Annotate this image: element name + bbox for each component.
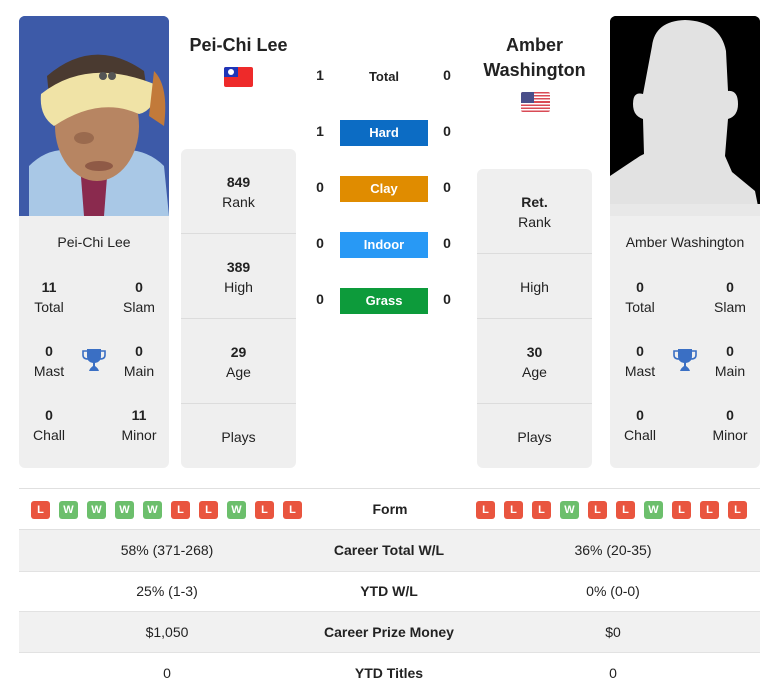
titles-main: 0 Main (714, 343, 746, 379)
player-right-ranking-panel: Ret. Rank High 30 Age Plays (477, 169, 592, 468)
plays-stat: Plays (517, 429, 552, 445)
form-badge-loss[interactable]: L (31, 501, 50, 519)
h2h-grass-right: 0 (443, 291, 451, 307)
stat-row-ytd-titles: 0 YTD Titles 0 (19, 653, 760, 694)
form-badge-win[interactable]: W (560, 501, 579, 519)
age-stat: 30 Age (522, 344, 547, 380)
form-badge-loss[interactable]: L (728, 501, 747, 519)
surface-grass-button[interactable]: Grass (340, 288, 428, 314)
h2h-indoor-right: 0 (443, 235, 451, 251)
form-badge-win[interactable]: W (644, 501, 663, 519)
surface-clay-button[interactable]: Clay (340, 176, 428, 202)
stat-left-value: $1,050 (145, 624, 189, 640)
titles-total: 0 Total (625, 279, 655, 315)
stat-label: YTD W/L (360, 583, 418, 599)
divider (181, 403, 296, 404)
form-badge-win[interactable]: W (143, 501, 162, 519)
form-badge-loss[interactable]: L (199, 501, 218, 519)
player-right-photo[interactable] (610, 16, 760, 216)
h2h-hard-left: 1 (316, 123, 324, 139)
player-left-photo[interactable] (19, 16, 169, 216)
silhouette-placeholder-icon (610, 16, 760, 216)
surface-indoor-button[interactable]: Indoor (340, 232, 428, 258)
stat-label: YTD Titles (354, 665, 424, 681)
stat-left-value: 25% (1-3) (136, 583, 198, 599)
player-right-titles-card: Amber Washington 0 Total 0 Slam 0 Mast 0 Mai… (610, 216, 760, 468)
form-badge-loss[interactable]: L (588, 501, 607, 519)
form-badge-loss[interactable]: L (700, 501, 719, 519)
divider (477, 253, 592, 254)
h2h-total-left: 1 (316, 67, 324, 83)
high-stat: High (520, 279, 549, 295)
form-badge-win[interactable]: W (227, 501, 246, 519)
form-badge-loss[interactable]: L (616, 501, 635, 519)
divider (477, 318, 592, 319)
rank-stat: Ret. Rank (518, 194, 551, 230)
trophy-icon (673, 349, 697, 371)
surface-hard-button[interactable]: Hard (340, 120, 428, 146)
stat-label: Career Total W/L (333, 542, 445, 558)
titles-minor: 11 Minor (121, 407, 157, 443)
player-left-ranking-panel: 849 Rank 389 High 29 Age Plays (181, 149, 296, 468)
stat-left-value: 0 (163, 665, 171, 681)
stat-label: Career Prize Money (324, 624, 454, 640)
titles-slam: 0 Slam (123, 279, 155, 315)
h2h-clay-right: 0 (443, 179, 451, 195)
player-right-name[interactable]: Amber Washington (477, 33, 592, 83)
divider (19, 488, 760, 489)
player-left-card-name[interactable]: Pei-Chi Lee (19, 234, 169, 250)
player-photo-image (19, 16, 169, 216)
titles-slam: 0 Slam (714, 279, 746, 315)
titles-challenger: 0 Chall (624, 407, 656, 443)
h2h-hard-right: 0 (443, 123, 451, 139)
titles-minor: 0 Minor (712, 407, 748, 443)
h2h-total-right: 0 (443, 67, 451, 83)
stat-right-value: 36% (20-35) (574, 542, 652, 558)
trophy-icon (82, 349, 106, 371)
divider (181, 318, 296, 319)
form-badge-loss[interactable]: L (283, 501, 302, 519)
stat-row-ytd-wl: 25% (1-3) YTD W/L 0% (0-0) (19, 571, 760, 612)
stat-row-prize-money: $1,050 Career Prize Money $0 (19, 612, 760, 653)
divider (477, 403, 592, 404)
stat-row-career-wl: 58% (371-268) Career Total W/L 36% (20-3… (19, 530, 760, 571)
h2h-total-label: Total (368, 69, 400, 84)
titles-challenger: 0 Chall (33, 407, 65, 443)
form-badge-loss[interactable]: L (255, 501, 274, 519)
divider (181, 233, 296, 234)
h2h-clay-left: 0 (316, 179, 324, 195)
titles-masters: 0 Mast (33, 343, 65, 379)
form-badge-loss[interactable]: L (504, 501, 523, 519)
stat-left-value: 58% (371-268) (120, 542, 214, 558)
form-badge-win[interactable]: W (87, 501, 106, 519)
form-badge-loss[interactable]: L (672, 501, 691, 519)
form-badge-loss[interactable]: L (171, 501, 190, 519)
player-right-card-name[interactable]: Amber Washington (610, 234, 760, 250)
h2h-grass-left: 0 (316, 291, 324, 307)
high-stat: 389 High (224, 259, 253, 295)
titles-masters: 0 Mast (624, 343, 656, 379)
usa-flag-icon (521, 92, 550, 112)
titles-total: 11 Total (34, 279, 64, 315)
form-badge-loss[interactable]: L (476, 501, 495, 519)
plays-stat: Plays (221, 429, 256, 445)
stat-right-value: 0% (0-0) (586, 583, 640, 599)
player-left-titles-card: Pei-Chi Lee 11 Total 0 Slam 0 Mast 0 Main 0C… (19, 216, 169, 468)
stat-right-value: 0 (609, 665, 617, 681)
stat-right-value: $0 (605, 624, 621, 640)
player-left-name[interactable]: Pei-Chi Lee (181, 33, 296, 58)
form-badge-win[interactable]: W (115, 501, 134, 519)
age-stat: 29 Age (226, 344, 251, 380)
rank-stat: 849 Rank (222, 174, 255, 210)
taiwan-flag-icon (224, 67, 253, 87)
h2h-indoor-left: 0 (316, 235, 324, 251)
form-label: Form (372, 501, 408, 517)
form-badge-win[interactable]: W (59, 501, 78, 519)
form-badge-loss[interactable]: L (532, 501, 551, 519)
titles-main: 0 Main (123, 343, 155, 379)
